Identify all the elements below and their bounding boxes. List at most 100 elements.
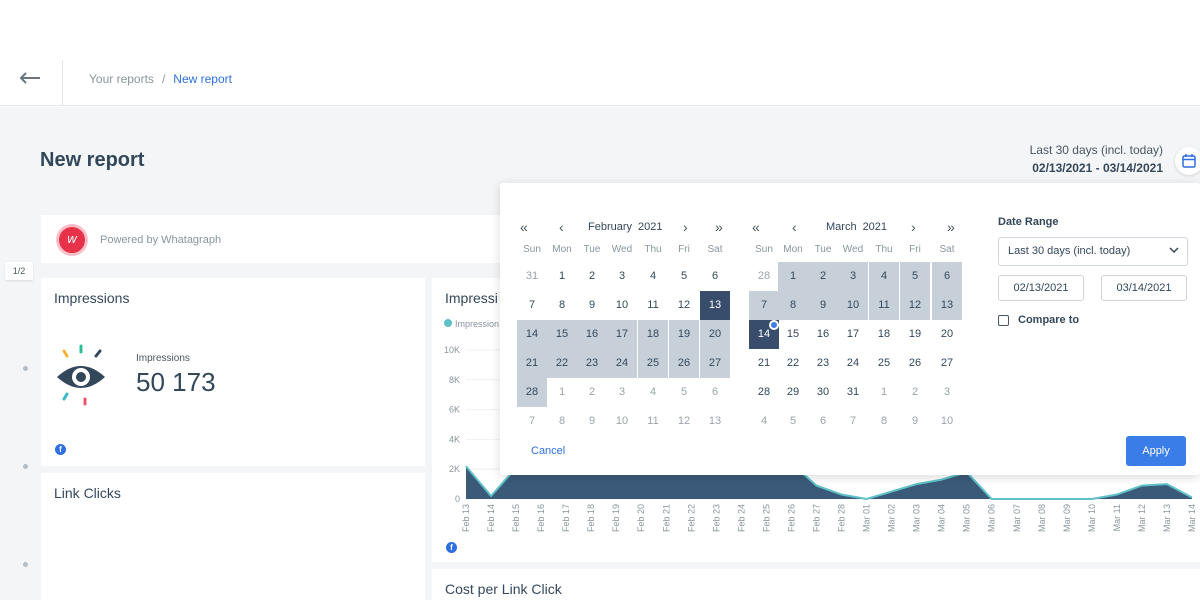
calendar-day[interactable]: 2	[900, 378, 930, 407]
calendar-day[interactable]: 5	[669, 262, 699, 291]
date-range-summary-label[interactable]: Last 30 days (incl. today)	[1030, 143, 1163, 157]
page-indicator[interactable]: 1/2	[5, 262, 33, 280]
calendar-day[interactable]: 8	[547, 407, 577, 436]
calendar-day[interactable]: 22	[547, 349, 577, 378]
calendar-day[interactable]: 12	[900, 291, 930, 320]
calendar-day[interactable]: 27	[700, 349, 730, 378]
calendar-day[interactable]: 8	[869, 407, 899, 436]
calendar-day[interactable]: 23	[577, 349, 607, 378]
prev-month-button[interactable]: ‹	[792, 219, 797, 235]
calendar-day[interactable]: 26	[669, 349, 699, 378]
calendar-day[interactable]: 3	[932, 378, 962, 407]
calendar-day[interactable]: 7	[517, 407, 547, 436]
date-range-summary-dates[interactable]: 02/13/2021 - 03/14/2021	[1032, 161, 1163, 175]
prev-year-button[interactable]: «	[752, 219, 760, 235]
calendar-day[interactable]: 2	[577, 378, 607, 407]
calendar-day[interactable]: 4	[749, 407, 779, 436]
calendar-day[interactable]: 10	[932, 407, 962, 436]
calendar-day[interactable]: 12	[669, 291, 699, 320]
calendar-day[interactable]: 18	[869, 320, 899, 349]
compare-checkbox[interactable]	[998, 315, 1009, 326]
calendar-day[interactable]: 21	[517, 349, 547, 378]
start-date-input[interactable]: 02/13/2021	[998, 275, 1084, 301]
date-range-select[interactable]: Last 30 days (incl. today)	[998, 237, 1188, 266]
selected-day[interactable]: 13	[700, 291, 730, 320]
calendar-day[interactable]: 10	[607, 407, 637, 436]
calendar-day[interactable]: 4	[638, 262, 668, 291]
calendar-day[interactable]: 6	[808, 407, 838, 436]
calendar-day[interactable]: 25	[869, 349, 899, 378]
calendar-day[interactable]: 16	[577, 320, 607, 349]
calendar-day[interactable]: 7	[838, 407, 868, 436]
calendar-day[interactable]: 29	[778, 378, 808, 407]
calendar-button[interactable]	[1175, 147, 1200, 175]
calendar-day[interactable]: 13	[932, 291, 962, 320]
apply-button[interactable]: Apply	[1126, 436, 1186, 466]
calendar-day[interactable]: 31	[517, 262, 547, 291]
calendar-day[interactable]: 30	[808, 378, 838, 407]
calendar-day[interactable]: 3	[607, 378, 637, 407]
calendar-day[interactable]: 24	[607, 349, 637, 378]
calendar-day[interactable]: 5	[778, 407, 808, 436]
calendar-day[interactable]: 17	[607, 320, 637, 349]
calendar-day[interactable]: 15	[778, 320, 808, 349]
calendar-day[interactable]: 14	[517, 320, 547, 349]
prev-month-button[interactable]: ‹	[559, 219, 564, 235]
calendar-day[interactable]: 28	[749, 262, 779, 291]
calendar-day[interactable]: 8	[547, 291, 577, 320]
calendar-day[interactable]: 5	[900, 262, 930, 291]
next-month-button[interactable]: ›	[911, 219, 916, 235]
calendar-day[interactable]: 3	[838, 262, 868, 291]
calendar-day[interactable]: 9	[900, 407, 930, 436]
next-year-button[interactable]: »	[947, 219, 955, 235]
calendar-day[interactable]: 12	[669, 407, 699, 436]
end-date-input[interactable]: 03/14/2021	[1101, 275, 1187, 301]
selected-day[interactable]: 14	[749, 320, 779, 349]
calendar-day[interactable]: 2	[808, 262, 838, 291]
section-dot[interactable]	[23, 366, 28, 371]
calendar-day[interactable]: 25	[638, 349, 668, 378]
calendar-day[interactable]: 4	[638, 378, 668, 407]
calendar-day[interactable]: 10	[838, 291, 868, 320]
calendar-day[interactable]: 22	[778, 349, 808, 378]
calendar-day[interactable]: 7	[749, 291, 779, 320]
calendar-day[interactable]: 1	[547, 378, 577, 407]
calendar-day[interactable]: 23	[808, 349, 838, 378]
calendar-day[interactable]: 9	[577, 407, 607, 436]
calendar-day[interactable]: 8	[778, 291, 808, 320]
calendar-day[interactable]: 10	[607, 291, 637, 320]
calendar-day[interactable]: 27	[932, 349, 962, 378]
calendar-day[interactable]: 28	[517, 378, 547, 407]
calendar-day[interactable]: 19	[900, 320, 930, 349]
calendar-day[interactable]: 2	[577, 262, 607, 291]
calendar-day[interactable]: 19	[669, 320, 699, 349]
calendar-day[interactable]: 7	[517, 291, 547, 320]
calendar-day[interactable]: 3	[607, 262, 637, 291]
calendar-day[interactable]: 11	[638, 407, 668, 436]
calendar-day[interactable]: 9	[577, 291, 607, 320]
calendar-day[interactable]: 1	[778, 262, 808, 291]
calendar-day[interactable]: 1	[547, 262, 577, 291]
section-dot[interactable]	[23, 464, 28, 469]
calendar-day[interactable]: 18	[638, 320, 668, 349]
calendar-day[interactable]: 1	[869, 378, 899, 407]
calendar-day[interactable]: 5	[669, 378, 699, 407]
calendar-day[interactable]: 6	[700, 378, 730, 407]
next-month-button[interactable]: ›	[683, 219, 688, 235]
calendar-day[interactable]: 16	[808, 320, 838, 349]
cancel-button[interactable]: Cancel	[531, 445, 565, 457]
calendar-day[interactable]: 20	[932, 320, 962, 349]
calendar-day[interactable]: 6	[700, 262, 730, 291]
calendar-day[interactable]: 26	[900, 349, 930, 378]
next-year-button[interactable]: »	[715, 219, 723, 235]
section-dot[interactable]	[23, 562, 28, 567]
calendar-day[interactable]: 13	[700, 407, 730, 436]
calendar-day[interactable]: 9	[808, 291, 838, 320]
calendar-day[interactable]: 17	[838, 320, 868, 349]
calendar-day[interactable]: 6	[932, 262, 962, 291]
calendar-day[interactable]: 24	[838, 349, 868, 378]
calendar-day[interactable]: 11	[869, 291, 899, 320]
calendar-day[interactable]: 4	[869, 262, 899, 291]
prev-year-button[interactable]: «	[520, 219, 528, 235]
breadcrumb-current[interactable]: New report	[173, 72, 232, 86]
